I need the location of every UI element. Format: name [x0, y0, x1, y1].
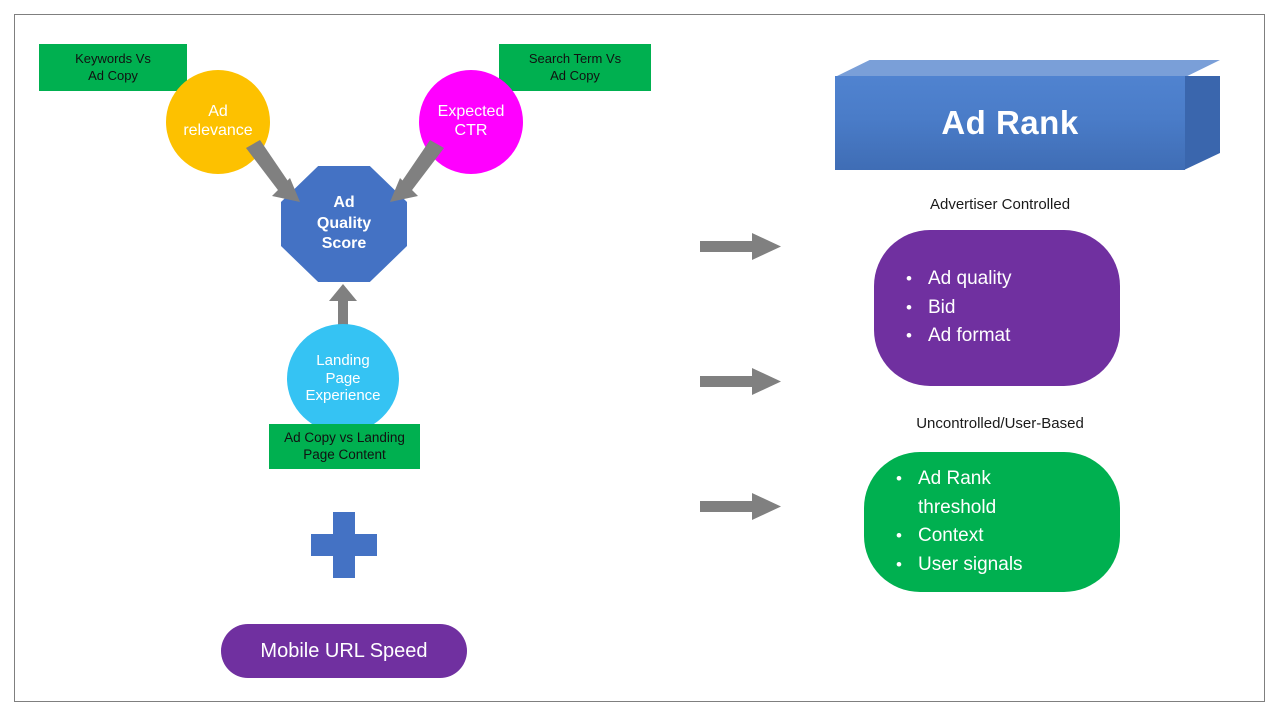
plus-sign-icon [311, 512, 377, 578]
pill-mobile-url-speed: Mobile URL Speed [221, 624, 467, 678]
ad-rank-label: Ad Rank [941, 104, 1079, 141]
list-item: • User signals [896, 551, 1023, 580]
bullet-dot-icon: • [896, 526, 902, 545]
list-item: • Ad format [906, 322, 1011, 351]
arrow-ad-relevance-to-quality-score [246, 140, 300, 202]
bullet-text: Context [918, 525, 984, 546]
bullet-dot-icon: • [896, 554, 902, 574]
arrow-to-ad-rank [700, 233, 781, 260]
diagram-canvas: Keywords Vs Ad Copy Search Term Vs Ad Co… [0, 0, 1280, 720]
arrow-to-advertiser-controlled [700, 368, 781, 395]
bullet-text: Ad Rank threshold [918, 468, 997, 518]
list-item: • Ad quality [906, 265, 1011, 294]
ad-rank-box-front-face: Ad Rank [835, 76, 1185, 170]
bullet-text: Ad quality [928, 268, 1012, 290]
ad-rank-box-top-face [835, 60, 1220, 77]
caption-advertiser-controlled: Advertiser Controlled [929, 196, 1071, 213]
list-item: • Bid [906, 294, 1011, 323]
bullet-dot-icon: • [906, 326, 912, 346]
bullet-dot-icon: • [896, 469, 902, 488]
list-item: • Context [896, 522, 1023, 551]
label-ad-copy-vs-landing-page-content: Ad Copy vs Landing Page Content [269, 424, 420, 469]
ad-rank-box-side-face [1185, 76, 1220, 170]
bullet-dot-icon: • [906, 269, 912, 289]
label-keywords-vs-ad-copy: Keywords Vs Ad Copy [39, 44, 187, 91]
bullet-text: User signals [918, 553, 1023, 575]
bullet-dot-icon: • [906, 297, 912, 317]
label-search-term-vs-ad-copy: Search Term Vs Ad Copy [499, 44, 651, 91]
advertiser-controlled-bullet-list: • Ad quality • Bid • Ad format [906, 265, 1011, 351]
arrow-expected-ctr-to-quality-score [390, 140, 444, 202]
uncontrolled-bullet-list: • Ad Rank threshold • Context • User sig… [896, 465, 1023, 579]
ad-rank-3d-box: Ad Rank [835, 60, 1220, 170]
bullet-text: Ad format [928, 325, 1011, 347]
panel-uncontrolled-user-based: • Ad Rank threshold • Context • User sig… [864, 452, 1120, 592]
list-item: • Ad Rank threshold [896, 465, 1023, 522]
caption-uncontrolled-user-based: Uncontrolled/User-Based [916, 415, 1084, 432]
plus-sign-vertical-bar [333, 512, 355, 578]
arrow-to-uncontrolled-user-based [700, 493, 781, 520]
arrow-landing-page-to-quality-score [329, 284, 357, 328]
bullet-text: Bid [928, 296, 956, 318]
circle-landing-page-experience: Landing Page Experience [287, 324, 399, 433]
panel-advertiser-controlled: • Ad quality • Bid • Ad format [874, 230, 1120, 386]
